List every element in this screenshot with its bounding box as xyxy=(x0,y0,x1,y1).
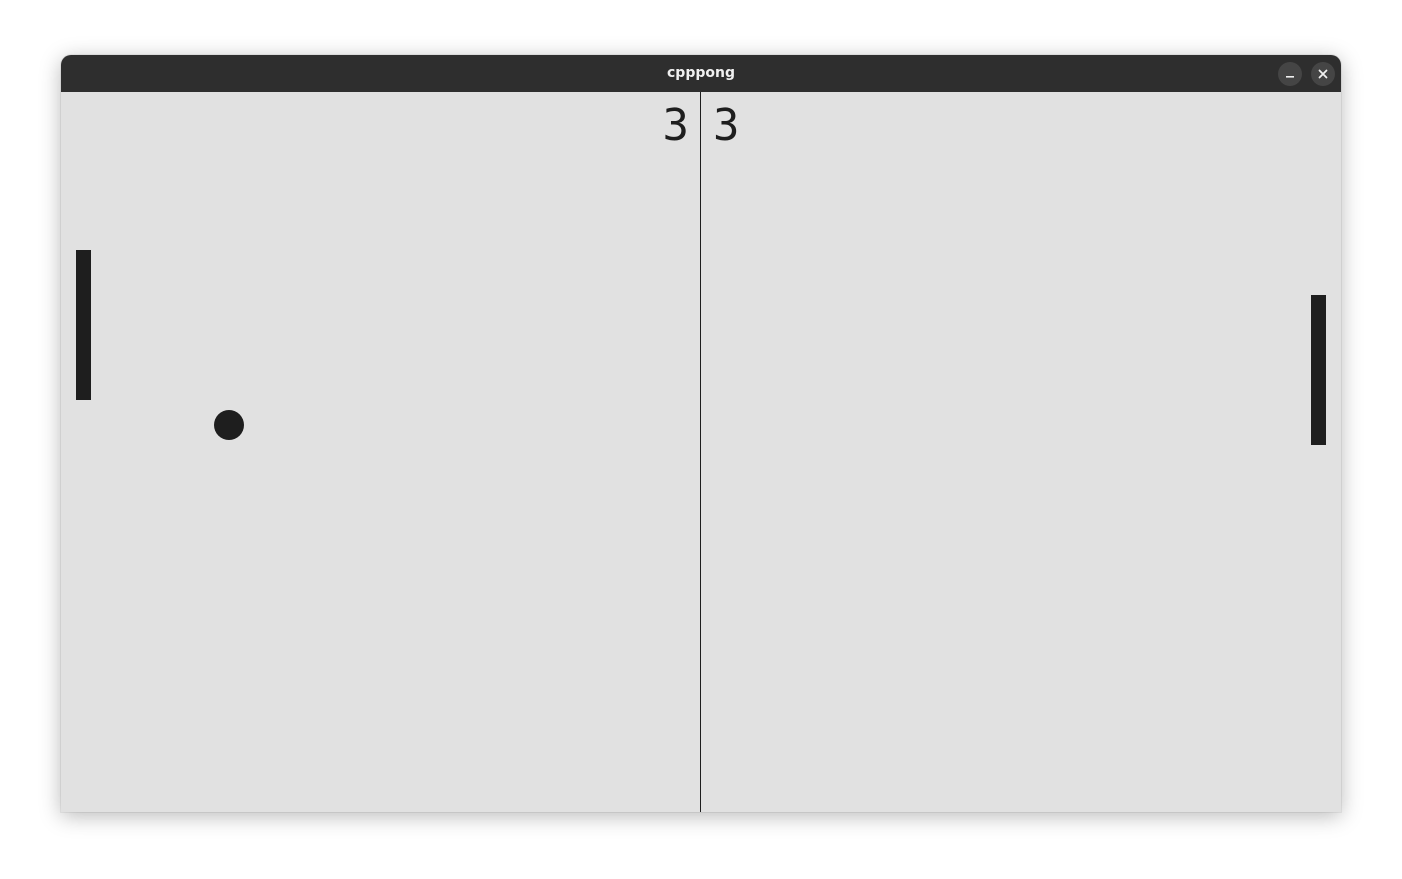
center-net xyxy=(700,92,701,812)
minimize-icon xyxy=(1285,69,1295,79)
left-score: 3 xyxy=(662,100,690,151)
close-icon xyxy=(1318,69,1328,79)
minimize-button[interactable] xyxy=(1278,62,1302,86)
right-paddle xyxy=(1311,295,1326,445)
game-field: 3 3 xyxy=(61,92,1341,812)
close-button[interactable] xyxy=(1311,62,1335,86)
game-window: cpppong 3 3 xyxy=(61,55,1341,812)
title-bar[interactable]: cpppong xyxy=(61,55,1341,92)
right-score: 3 xyxy=(713,100,740,151)
left-paddle xyxy=(76,250,91,400)
ball xyxy=(214,410,244,440)
window-title: cpppong xyxy=(667,65,735,81)
